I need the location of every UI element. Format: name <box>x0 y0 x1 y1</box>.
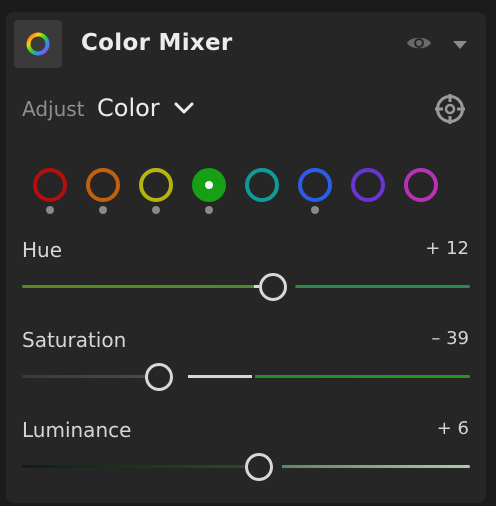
swatch-orange[interactable] <box>86 168 120 202</box>
color-wheel-icon <box>26 32 50 56</box>
swatch-yellow[interactable] <box>139 168 173 202</box>
saturation-label: Saturation <box>22 328 127 352</box>
panel-header[interactable]: Color Mixer <box>6 12 486 76</box>
adjusted-indicator-orange <box>99 206 107 214</box>
adjusted-indicator-yellow <box>152 206 160 214</box>
hue-thumb[interactable] <box>258 273 287 301</box>
adjust-dropdown[interactable]: Color <box>97 94 160 122</box>
hue-track[interactable] <box>22 285 470 288</box>
saturation-slider-group: Saturation – 39 <box>6 328 486 408</box>
eye-icon[interactable] <box>405 33 433 53</box>
adjusted-indicator-red <box>46 206 54 214</box>
color-channel-selector <box>6 162 486 222</box>
triangle-down-icon[interactable] <box>452 40 468 50</box>
hue-label: Hue <box>22 238 63 262</box>
chevron-down-icon[interactable] <box>173 101 195 115</box>
color-wheel-button[interactable] <box>14 20 62 68</box>
luminance-value[interactable]: + 6 <box>437 418 469 439</box>
panel-title: Color Mixer <box>81 30 233 56</box>
hue-value[interactable]: + 12 <box>425 238 469 259</box>
saturation-fill <box>188 375 252 378</box>
saturation-value[interactable]: – 39 <box>431 328 469 349</box>
selected-indicator <box>205 181 213 189</box>
adjusted-indicator-blue <box>311 206 319 214</box>
swatch-green[interactable] <box>192 168 226 202</box>
target-adjustment-icon[interactable] <box>433 92 467 126</box>
adjust-row: Adjust Color <box>6 84 486 134</box>
swatch-purple[interactable] <box>351 168 385 202</box>
adjust-label: Adjust <box>22 97 85 121</box>
swatch-red[interactable] <box>33 168 67 202</box>
swatch-aqua[interactable] <box>245 168 279 202</box>
luminance-slider-group: Luminance + 6 <box>6 418 486 498</box>
luminance-thumb[interactable] <box>245 453 274 481</box>
hue-slider-group: Hue + 12 <box>6 238 486 318</box>
luminance-label: Luminance <box>22 418 132 442</box>
saturation-thumb[interactable] <box>144 363 173 391</box>
swatch-blue[interactable] <box>298 168 332 202</box>
color-mixer-panel: Color Mixer Adjust Color Hue + 12 Satura… <box>6 12 486 503</box>
swatch-magenta[interactable] <box>404 168 438 202</box>
adjusted-indicator-green <box>205 206 213 214</box>
